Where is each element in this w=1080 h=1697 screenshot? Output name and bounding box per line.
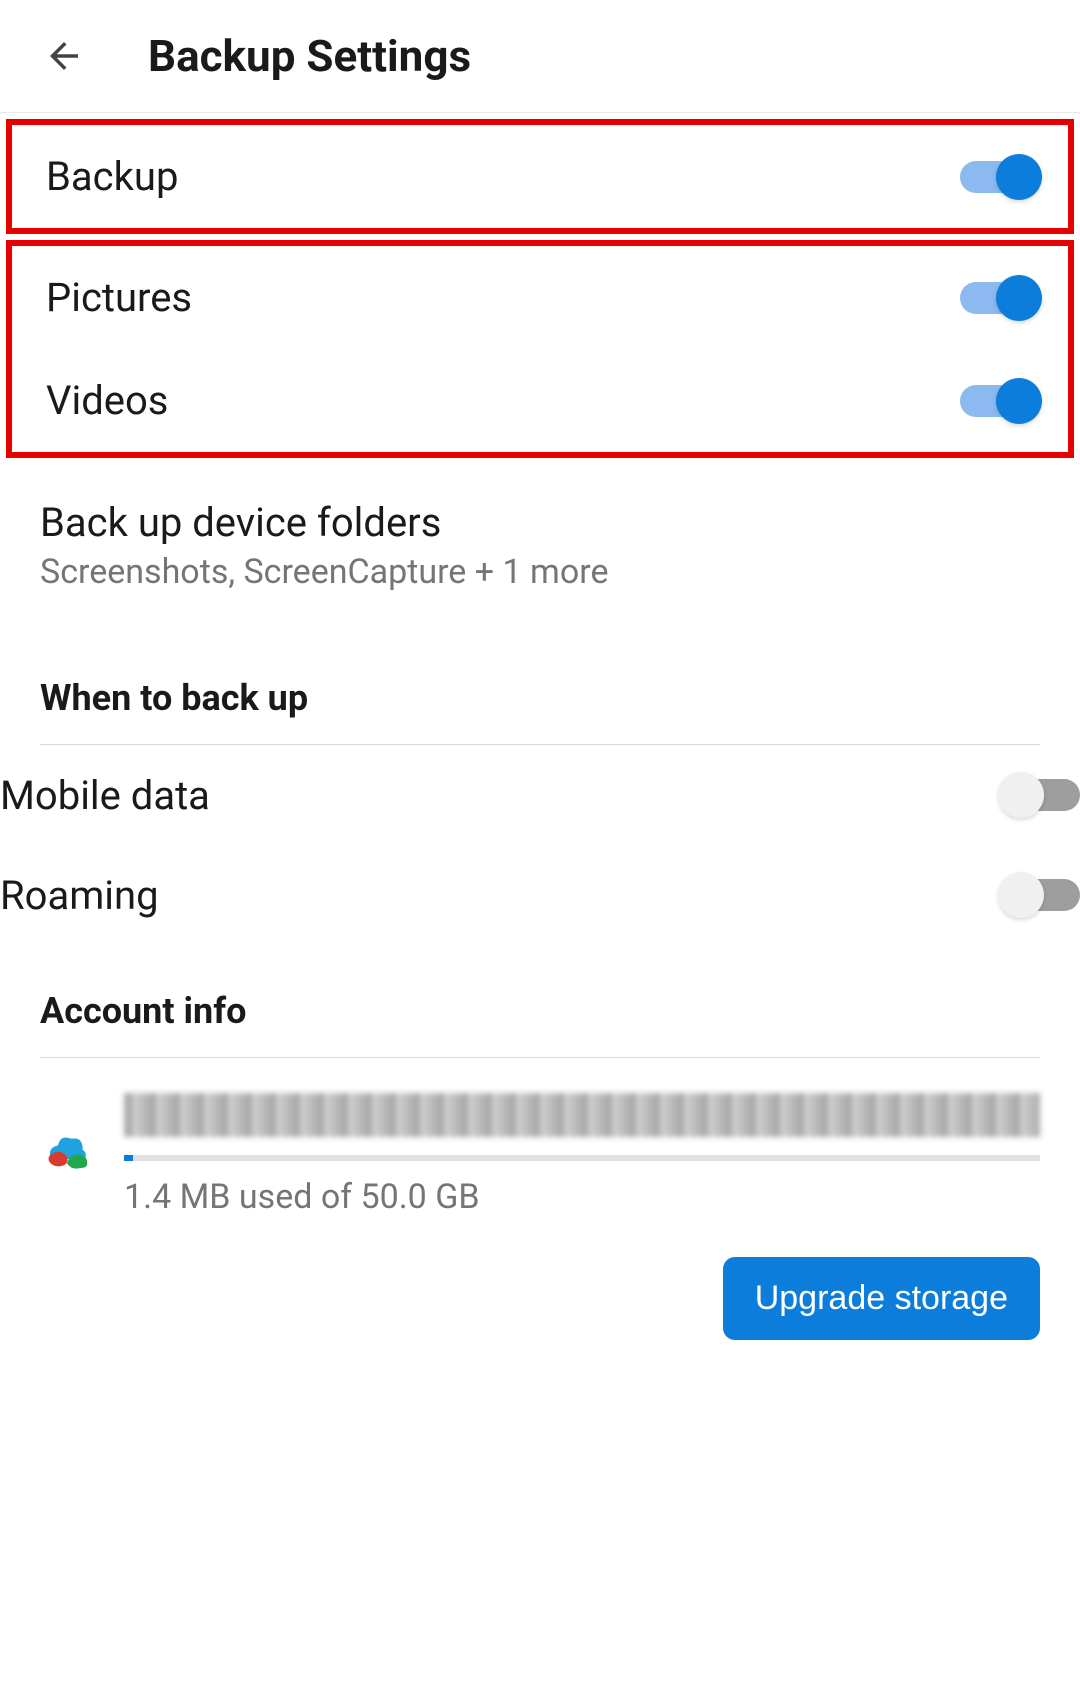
account-section[interactable]: 1.4 MB used of 50.0 GB <box>0 1058 1080 1237</box>
storage-progress-fill <box>124 1155 133 1161</box>
mobile-data-toggle[interactable] <box>1006 779 1080 811</box>
mobile-data-label: Mobile data <box>0 772 210 819</box>
account-details: 1.4 MB used of 50.0 GB <box>124 1093 1040 1217</box>
toggle-thumb <box>998 772 1044 818</box>
videos-label: Videos <box>46 377 168 424</box>
toggle-thumb <box>996 154 1042 200</box>
pictures-toggle[interactable] <box>960 282 1034 314</box>
page-title: Backup Settings <box>148 30 471 82</box>
toggle-thumb <box>998 872 1044 918</box>
backup-toggle[interactable] <box>960 161 1034 193</box>
videos-toggle[interactable] <box>960 385 1034 417</box>
mobile-data-row[interactable]: Mobile data <box>0 745 1080 845</box>
app-header: Backup Settings <box>0 0 1080 113</box>
cloud-logo-icon <box>40 1123 94 1177</box>
pictures-label: Pictures <box>46 274 192 321</box>
roaming-label: Roaming <box>0 872 159 919</box>
storage-progress-bar <box>124 1155 1040 1161</box>
when-to-backup-header: When to back up <box>0 632 1080 744</box>
account-name-redacted <box>124 1093 1040 1137</box>
device-folders-row[interactable]: Back up device folders Screenshots, Scre… <box>0 464 1080 632</box>
videos-row[interactable]: Videos <box>12 349 1068 452</box>
device-folders-title: Back up device folders <box>40 499 1040 546</box>
upgrade-row: Upgrade storage <box>0 1237 1080 1360</box>
highlight-box-media: Pictures Videos <box>6 240 1074 458</box>
highlight-box-backup: Backup <box>6 119 1074 234</box>
backup-row[interactable]: Backup <box>12 125 1068 228</box>
roaming-row[interactable]: Roaming <box>0 845 1080 945</box>
toggle-thumb <box>996 378 1042 424</box>
upgrade-storage-button[interactable]: Upgrade storage <box>723 1257 1040 1340</box>
account-info-header: Account info <box>0 945 1080 1057</box>
pictures-row[interactable]: Pictures <box>12 246 1068 349</box>
device-folders-subtitle: Screenshots, ScreenCapture + 1 more <box>40 552 1040 592</box>
roaming-toggle[interactable] <box>1006 879 1080 911</box>
back-button[interactable] <box>40 32 88 80</box>
content-area: Backup Pictures Videos Back up device fo… <box>0 119 1080 1360</box>
toggle-thumb <box>996 275 1042 321</box>
storage-usage-text: 1.4 MB used of 50.0 GB <box>124 1177 1040 1217</box>
backup-label: Backup <box>46 153 178 200</box>
arrow-left-icon <box>43 35 85 77</box>
